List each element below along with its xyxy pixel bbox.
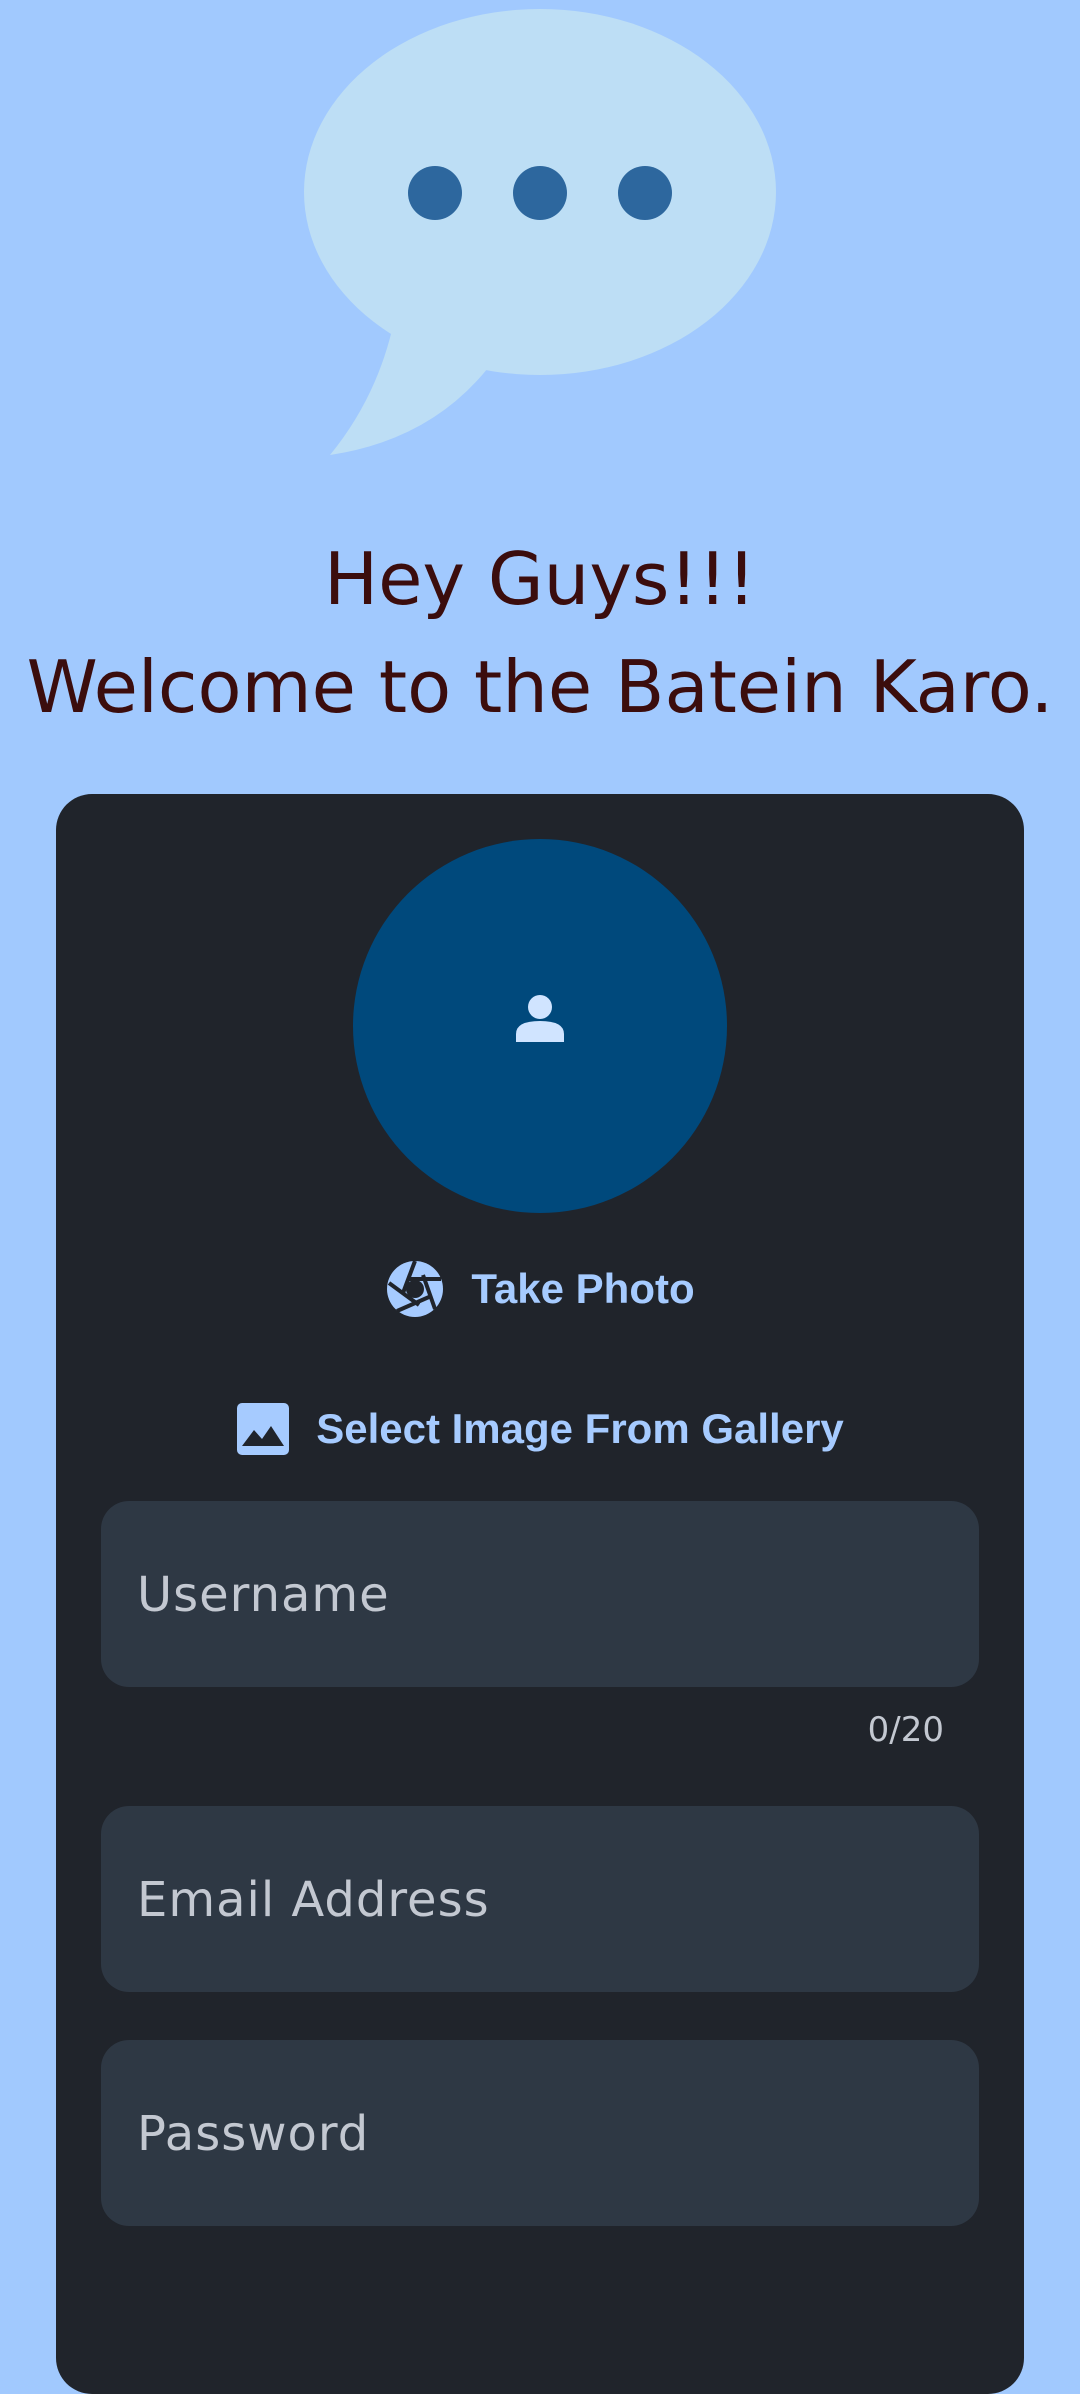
person-icon	[516, 995, 564, 1042]
image-icon	[237, 1403, 290, 1455]
password-input[interactable]	[135, 2040, 983, 2228]
greeting-line-2: Welcome to the Batein Karo.	[26, 645, 1054, 729]
welcome-message: Hey Guys!!! Welcome to the Batein Karo.	[0, 525, 1080, 741]
typing-dot	[408, 166, 462, 220]
typing-dot	[618, 166, 672, 220]
email-input[interactable]	[135, 1806, 983, 1994]
username-input[interactable]	[135, 1501, 983, 1689]
profile-avatar[interactable]	[353, 839, 727, 1213]
username-char-counter: 0/20	[867, 1710, 944, 1750]
gallery-label: Select Image From Gallery	[316, 1405, 844, 1452]
email-field[interactable]	[101, 1806, 983, 1994]
camera-shutter-icon	[387, 1260, 444, 1317]
greeting-line-1: Hey Guys!!!	[323, 537, 757, 621]
take-photo-label: Take Photo	[471, 1265, 695, 1312]
password-field[interactable]	[101, 2040, 983, 2228]
take-photo-button[interactable]: Take Photo	[56, 1254, 1024, 1324]
username-field[interactable]	[101, 1501, 983, 1689]
typing-dot	[513, 166, 567, 220]
select-from-gallery-button[interactable]: Select Image From Gallery	[56, 1394, 1024, 1464]
chat-bubble-icon	[304, 9, 776, 455]
signup-card: Take Photo Select Image From Gallery 0/2…	[56, 794, 1024, 2394]
